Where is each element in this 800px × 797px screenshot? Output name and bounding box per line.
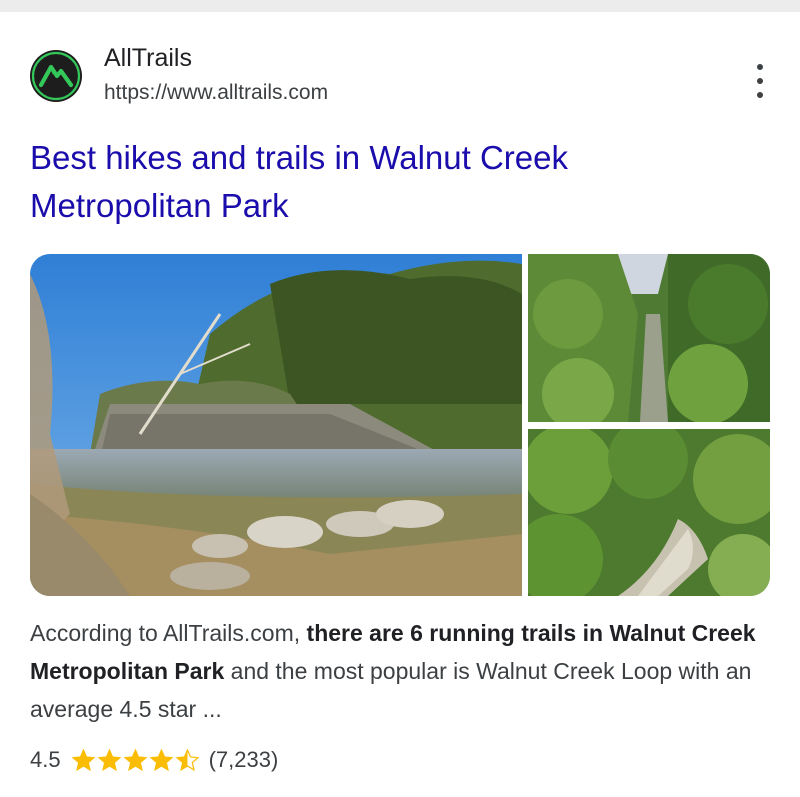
alltrails-logo-icon[interactable] — [30, 50, 82, 102]
star-rating — [71, 748, 201, 773]
top-divider — [0, 0, 800, 12]
result-snippet: According to AllTrails.com, there are 6 … — [30, 614, 770, 728]
trail-aerial-photo-2[interactable] — [528, 429, 770, 596]
site-url[interactable]: https://www.alltrails.com — [104, 81, 328, 105]
more-options-icon[interactable] — [748, 64, 772, 98]
star-icon — [97, 748, 122, 771]
site-name[interactable]: AllTrails — [104, 44, 192, 73]
snippet-text-1: According to AllTrails.com, — [30, 620, 307, 646]
star-icon — [175, 748, 200, 771]
result-title-link[interactable]: Best hikes and trails in Walnut Creek Me… — [30, 134, 750, 230]
result-title-line2: Metropolitan Park — [30, 187, 289, 224]
rating-value: 4.5 — [30, 747, 61, 772]
star-icon — [149, 748, 174, 771]
creek-bank-photo[interactable] — [30, 254, 522, 596]
star-icon — [71, 748, 96, 771]
review-count: (7,233) — [208, 747, 279, 772]
trail-aerial-photo-1[interactable] — [528, 254, 770, 422]
result-title-line1: Best hikes and trails in Walnut Creek — [30, 139, 569, 176]
rating-row: 4.5 (7,233) — [30, 742, 278, 778]
star-icon — [123, 748, 148, 771]
